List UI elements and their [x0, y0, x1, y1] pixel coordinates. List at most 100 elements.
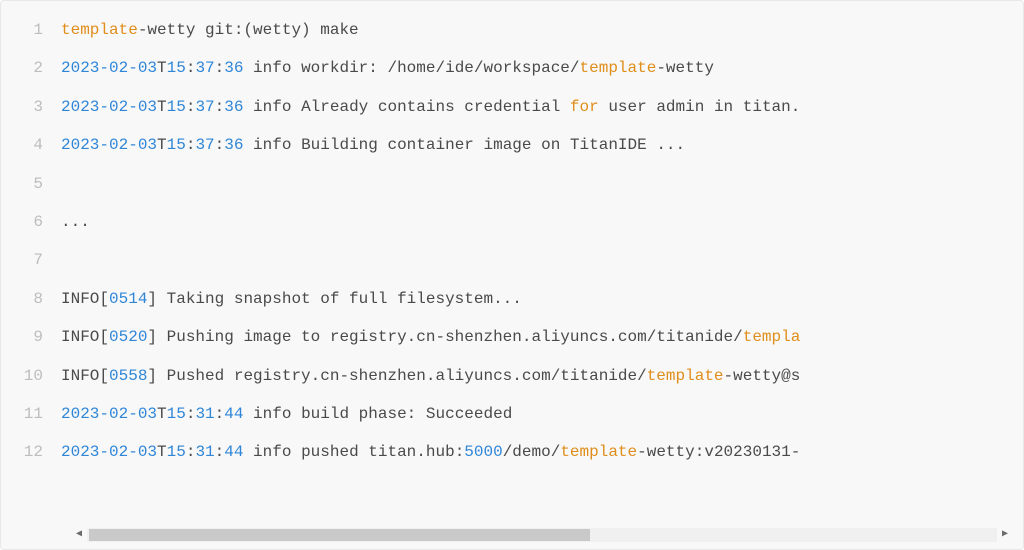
- code-token: 31: [195, 405, 214, 423]
- horizontal-scrollbar[interactable]: ◀ ▶: [73, 527, 1011, 543]
- line-number: 10: [1, 357, 61, 395]
- line-number: 2: [1, 49, 61, 87]
- code-token: 5000: [464, 443, 502, 461]
- line-code: 2023-02-03T15:37:36 info Building contai…: [61, 126, 1023, 164]
- code-token: for: [570, 98, 599, 116]
- code-token: :: [186, 59, 196, 77]
- code-token: 36: [224, 98, 243, 116]
- code-token: :: [186, 443, 196, 461]
- line-number: 5: [1, 165, 61, 203]
- code-token: 31: [195, 443, 214, 461]
- code-line: 8INFO[0514] Taking snapshot of full file…: [1, 280, 1023, 318]
- code-token: 37: [195, 136, 214, 154]
- code-token: T: [157, 443, 167, 461]
- code-token: 36: [224, 59, 243, 77]
- code-line: 32023-02-03T15:37:36 info Already contai…: [1, 88, 1023, 126]
- code-token: 15: [167, 59, 186, 77]
- code-line: 10INFO[0558] Pushed registry.cn-shenzhen…: [1, 357, 1023, 395]
- code-token: :: [186, 136, 196, 154]
- code-token: 2023-02-03: [61, 98, 157, 116]
- code-token: info build phase: Succeeded: [243, 405, 512, 423]
- line-code: 2023-02-03T15:31:44 info build phase: Su…: [61, 395, 1023, 433]
- code-token: T: [157, 136, 167, 154]
- line-number: 7: [1, 241, 61, 279]
- code-line: 22023-02-03T15:37:36 info workdir: /home…: [1, 49, 1023, 87]
- code-token: user admin in titan.: [599, 98, 801, 116]
- code-token: info Building container image on TitanID…: [243, 136, 685, 154]
- line-code: 2023-02-03T15:31:44 info pushed titan.hu…: [61, 433, 1023, 471]
- code-token: ...: [61, 213, 90, 231]
- line-number: 8: [1, 280, 61, 318]
- line-number: 6: [1, 203, 61, 241]
- code-token: T: [157, 405, 167, 423]
- code-block: 1template-wetty git:(wetty) make22023-02…: [0, 0, 1024, 550]
- line-number: 1: [1, 11, 61, 49]
- code-token: -wetty@s: [724, 367, 801, 385]
- code-token: 2023-02-03: [61, 405, 157, 423]
- code-token: ] Pushed registry.cn-shenzhen.aliyuncs.c…: [147, 367, 646, 385]
- code-line: 112023-02-03T15:31:44 info build phase: …: [1, 395, 1023, 433]
- code-token: 15: [167, 136, 186, 154]
- code-token: template: [580, 59, 657, 77]
- code-token: :: [186, 405, 196, 423]
- line-code: template-wetty git:(wetty) make: [61, 11, 1023, 49]
- line-code: INFO[0520] Pushing image to registry.cn-…: [61, 318, 1023, 356]
- code-token: templa: [743, 328, 801, 346]
- line-number: 4: [1, 126, 61, 164]
- code-token: 0514: [109, 290, 147, 308]
- scroll-right-arrow-icon[interactable]: ▶: [999, 529, 1011, 541]
- code-token: 37: [195, 98, 214, 116]
- code-token: -wetty git:(wetty) make: [138, 21, 359, 39]
- code-line: 5: [1, 165, 1023, 203]
- code-token: template: [647, 367, 724, 385]
- line-code: 2023-02-03T15:37:36 info Already contain…: [61, 88, 1023, 126]
- code-token: /demo/: [503, 443, 561, 461]
- code-token: 2023-02-03: [61, 443, 157, 461]
- code-token: 2023-02-03: [61, 59, 157, 77]
- code-line: 122023-02-03T15:31:44 info pushed titan.…: [1, 433, 1023, 471]
- scroll-left-arrow-icon[interactable]: ◀: [73, 529, 85, 541]
- code-token: 44: [224, 443, 243, 461]
- code-token: ] Taking snapshot of full filesystem...: [147, 290, 521, 308]
- line-number: 9: [1, 318, 61, 356]
- line-code: INFO[0558] Pushed registry.cn-shenzhen.a…: [61, 357, 1023, 395]
- code-token: :: [215, 405, 225, 423]
- line-code: ...: [61, 203, 1023, 241]
- code-lines[interactable]: 1template-wetty git:(wetty) make22023-02…: [1, 11, 1023, 472]
- scrollbar-thumb[interactable]: [89, 529, 590, 541]
- code-token: info pushed titan.hub:: [243, 443, 464, 461]
- line-number: 3: [1, 88, 61, 126]
- code-line: 6...: [1, 203, 1023, 241]
- code-token: 36: [224, 136, 243, 154]
- code-token: template: [560, 443, 637, 461]
- code-token: 0558: [109, 367, 147, 385]
- code-token: :: [215, 443, 225, 461]
- line-number: 11: [1, 395, 61, 433]
- scrollbar-trough[interactable]: [87, 528, 997, 542]
- code-line: 42023-02-03T15:37:36 info Building conta…: [1, 126, 1023, 164]
- line-number: 12: [1, 433, 61, 471]
- code-token: -wetty:v20230131-: [637, 443, 800, 461]
- code-token: 44: [224, 405, 243, 423]
- code-line: 1template-wetty git:(wetty) make: [1, 11, 1023, 49]
- line-code: 2023-02-03T15:37:36 info workdir: /home/…: [61, 49, 1023, 87]
- code-token: info Already contains credential: [243, 98, 569, 116]
- code-token: info workdir: /home/ide/workspace/: [243, 59, 579, 77]
- line-code: INFO[0514] Taking snapshot of full files…: [61, 280, 1023, 318]
- code-token: 37: [195, 59, 214, 77]
- code-token: T: [157, 59, 167, 77]
- code-token: -wetty: [656, 59, 714, 77]
- code-token: INFO[: [61, 328, 109, 346]
- code-line: 7: [1, 241, 1023, 279]
- code-token: :: [215, 98, 225, 116]
- code-token: ] Pushing image to registry.cn-shenzhen.…: [147, 328, 742, 346]
- code-token: 2023-02-03: [61, 136, 157, 154]
- code-token: 15: [167, 98, 186, 116]
- code-token: 0520: [109, 328, 147, 346]
- code-line: 9INFO[0520] Pushing image to registry.cn…: [1, 318, 1023, 356]
- code-token: INFO[: [61, 290, 109, 308]
- code-token: :: [186, 98, 196, 116]
- code-token: 15: [167, 443, 186, 461]
- code-token: 15: [167, 405, 186, 423]
- code-token: T: [157, 98, 167, 116]
